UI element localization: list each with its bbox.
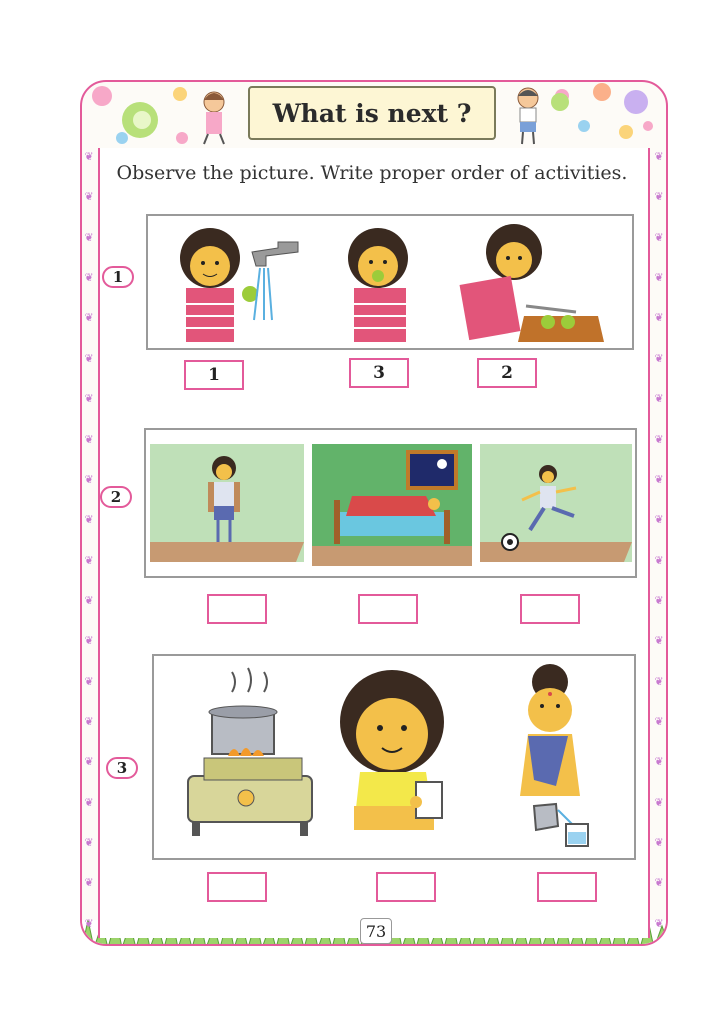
page-title: What is next ? xyxy=(272,98,472,128)
butterfly-icon: ❦ xyxy=(84,553,94,567)
scene-child-with-school-bag xyxy=(150,444,304,562)
butterfly-icon: ❦ xyxy=(654,836,664,850)
left-butterfly-border: ❦ ❦ ❦ ❦ ❦ ❦ ❦ ❦ ❦ ❦ ❦ ❦ ❦ ❦ ❦ ❦ ❦ ❦ ❦ ❦ xyxy=(82,150,96,930)
butterfly-icon: ❦ xyxy=(654,230,664,244)
question-number: 3 xyxy=(106,757,138,779)
butterfly-icon: ❦ xyxy=(84,472,94,486)
butterfly-icon: ❦ xyxy=(84,755,94,769)
page-number: 73 xyxy=(360,918,392,944)
title-banner: What is next ? xyxy=(248,86,496,140)
butterfly-icon: ❦ xyxy=(84,392,94,406)
scene-sleeping-in-bed-at-night xyxy=(312,444,472,566)
butterfly-icon: ❦ xyxy=(654,876,664,890)
instruction-text: Observe the picture. Write proper order … xyxy=(116,162,628,184)
butterfly-icon: ❦ xyxy=(654,634,664,648)
butterfly-icon: ❦ xyxy=(84,715,94,729)
answer-box-1-3[interactable]: 2 xyxy=(477,358,537,388)
butterfly-icon: ❦ xyxy=(84,230,94,244)
butterfly-icon: ❦ xyxy=(84,836,94,850)
butterfly-icon: ❦ xyxy=(84,593,94,607)
question-2-picture-panel xyxy=(144,428,637,578)
question-number: 2 xyxy=(100,486,132,508)
butterfly-icon: ❦ xyxy=(84,351,94,365)
question-number: 1 xyxy=(102,266,134,288)
scene-boiling-on-stove xyxy=(187,667,313,836)
question-3-picture-panel xyxy=(152,654,636,860)
butterfly-icon: ❦ xyxy=(654,674,664,688)
scene-drinking-from-cup xyxy=(340,670,444,830)
scene-eating-fruit xyxy=(348,228,408,342)
scene-pouring-tea xyxy=(520,664,589,847)
question-1-picture-panel xyxy=(146,214,634,350)
answer-box-2-1[interactable] xyxy=(207,594,267,624)
answer-box-3-3[interactable] xyxy=(537,872,597,902)
answer-box-2-2[interactable] xyxy=(358,594,418,624)
butterfly-icon: ❦ xyxy=(84,432,94,446)
butterfly-icon: ❦ xyxy=(654,715,664,729)
butterfly-icon: ❦ xyxy=(654,472,664,486)
butterfly-icon: ❦ xyxy=(654,351,664,365)
butterfly-icon: ❦ xyxy=(654,432,664,446)
scene-playing-football xyxy=(480,444,632,562)
butterfly-icon: ❦ xyxy=(654,392,664,406)
answer-box-1-2[interactable]: 3 xyxy=(349,358,409,388)
butterfly-icon: ❦ xyxy=(654,513,664,527)
butterfly-icon: ❦ xyxy=(654,553,664,567)
butterfly-icon: ❦ xyxy=(84,271,94,285)
butterfly-icon: ❦ xyxy=(84,674,94,688)
butterfly-icon: ❦ xyxy=(654,916,664,930)
butterfly-icon: ❦ xyxy=(84,876,94,890)
right-butterfly-border: ❦ ❦ ❦ ❦ ❦ ❦ ❦ ❦ ❦ ❦ ❦ ❦ ❦ ❦ ❦ ❦ ❦ ❦ ❦ ❦ xyxy=(652,150,666,930)
answer-box-3-1[interactable] xyxy=(207,872,267,902)
butterfly-icon: ❦ xyxy=(654,593,664,607)
butterfly-icon: ❦ xyxy=(84,311,94,325)
answer-box-3-2[interactable] xyxy=(376,872,436,902)
butterfly-icon: ❦ xyxy=(654,271,664,285)
scene-cutting-fruit xyxy=(459,224,604,342)
answer-box-1-1[interactable]: 1 xyxy=(184,360,244,390)
butterfly-icon: ❦ xyxy=(654,311,664,325)
butterfly-icon: ❦ xyxy=(84,513,94,527)
butterfly-icon: ❦ xyxy=(654,190,664,204)
butterfly-icon: ❦ xyxy=(654,755,664,769)
scene-washing-hands xyxy=(180,228,299,342)
butterfly-icon: ❦ xyxy=(84,190,94,204)
butterfly-icon: ❦ xyxy=(84,634,94,648)
butterfly-icon: ❦ xyxy=(84,795,94,809)
answer-box-2-3[interactable] xyxy=(520,594,580,624)
butterfly-icon: ❦ xyxy=(84,916,94,930)
butterfly-icon: ❦ xyxy=(654,795,664,809)
